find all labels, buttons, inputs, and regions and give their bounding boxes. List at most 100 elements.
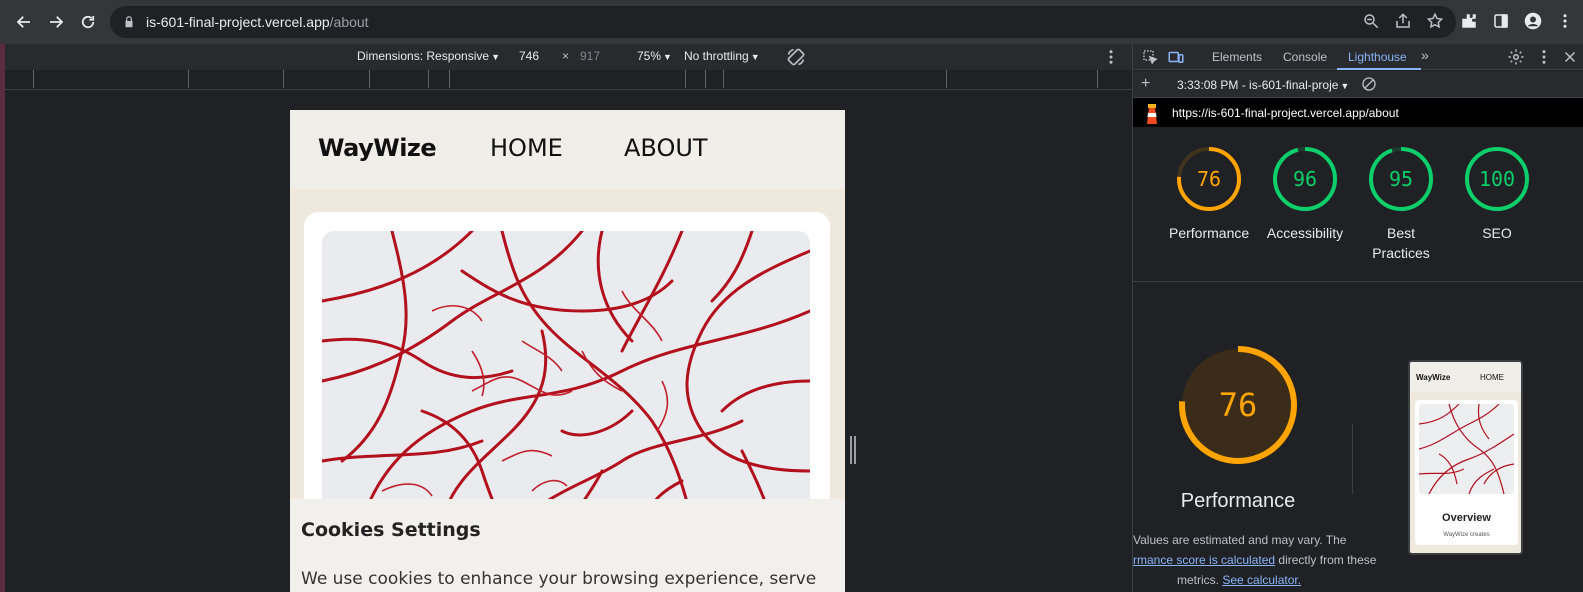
url-path: /about [329,14,369,30]
plus-icon[interactable]: + [1141,75,1150,93]
address-bar[interactable]: is-601-final-project.vercel.app/about [110,6,1456,38]
extension-area [1460,12,1574,30]
reload-button[interactable] [72,6,104,38]
profile-avatar-icon[interactable] [1524,12,1542,30]
more-vert-icon[interactable] [1102,48,1120,66]
ruler-tick [946,70,947,88]
devtools-panel: Elements Console Lighthouse » + 3:33:08 … [1132,44,1583,592]
ruler-tick [685,70,686,88]
performance-big-score: 76 [1219,386,1258,424]
road-network-illustration [322,231,810,521]
ruler-tick [428,70,429,88]
nav-about-link[interactable]: ABOUT [624,134,708,162]
note-line-2: directly from these [1275,553,1377,567]
report-time: 3:33:08 PM - is-601-final-proje [1177,78,1339,92]
report-url-bar: https://is-601-final-project.vercel.app/… [1133,98,1583,127]
note-line-3: metrics. [1177,573,1223,587]
url-text: is-601-final-project.vercel.app/about [146,14,369,30]
forward-button[interactable] [40,6,72,38]
thumb-nav: HOME [1480,373,1504,382]
address-bar-actions [1362,12,1444,30]
more-vert-icon[interactable] [1535,48,1553,66]
see-calculator-link[interactable]: See calculator. [1222,573,1301,587]
ruler-tick [705,70,706,88]
gear-icon[interactable] [1507,48,1525,66]
gauge-score: 100 [1479,167,1515,191]
puzzle-icon[interactable] [1460,12,1478,30]
share-icon[interactable] [1394,12,1412,30]
zoom-icon[interactable] [1362,12,1380,30]
ruler-tick [369,70,370,88]
performance-big-label: Performance [1180,490,1296,512]
thumb-text: WayWize creates [1443,532,1490,538]
gauge-ring: 96 [1273,147,1337,211]
report-url: https://is-601-final-project.vercel.app/… [1172,106,1399,120]
width-input[interactable]: 746 [519,49,539,63]
ruler-tick [723,70,724,88]
score-gauge-best-practices[interactable]: 95 Best Practices [1361,146,1441,263]
caret-down-icon: ▼ [750,52,760,62]
rotate-icon[interactable] [786,47,806,67]
zoom-select[interactable]: 75% ▼ [637,49,672,63]
url-host: is-601-final-project.vercel.app [146,14,330,30]
ruler-tick [33,70,34,88]
site-header: WayWize HOME ABOUT [290,110,845,189]
score-gauge-accessibility[interactable]: 96 Accessibility [1265,146,1345,243]
screen: is-601-final-project.vercel.app/about Di… [0,0,1583,592]
back-button[interactable] [8,6,40,38]
star-icon[interactable] [1426,12,1444,30]
zoom-value: 75% [637,49,662,63]
viewport-resize-handle[interactable] [850,436,856,464]
tab-console[interactable]: Console [1283,50,1327,64]
section-divider [1133,281,1583,282]
cookie-title: Cookies Settings [301,519,481,541]
thumb-title: Overview [1442,512,1491,524]
more-vert-icon[interactable] [1556,12,1574,30]
overview-card [304,212,830,532]
height-input[interactable]: 917 [580,49,600,63]
dimension-separator: × [562,49,570,63]
thumb-map-image [1419,404,1514,494]
ruler-tick [283,70,284,88]
throttling-select[interactable]: No throttling ▼ [684,49,760,63]
report-select[interactable]: 3:33:08 PM - is-601-final-proje ▼ [1177,78,1349,92]
ruler-tick [449,70,450,88]
thumb-logo: WayWize [1416,373,1451,382]
cookie-text: We use cookies to enhance your browsing … [301,569,817,589]
thumb-header: WayWize HOME [1410,362,1521,392]
score-gauge-seo[interactable]: 100 SEO [1457,146,1537,243]
dimensions-label: Dimensions: Responsive [357,49,490,63]
arrow-left-icon [16,16,30,28]
page-screenshot-thumbnail[interactable]: WayWize HOME Overview WayWize creates [1408,360,1523,555]
gauge-ring: 100 [1465,147,1529,211]
score-calculated-link[interactable]: rmance score is calculated [1133,553,1275,567]
dimensions-select[interactable]: Dimensions: Responsive ▼ [357,49,500,63]
gauge-ring: 95 [1369,147,1433,211]
tab-elements[interactable]: Elements [1212,50,1262,64]
reload-icon [81,15,95,29]
lock-icon [125,16,133,28]
inspect-element-icon[interactable] [1141,48,1159,66]
device-toggle-icon[interactable] [1167,48,1185,66]
tab-lighthouse[interactable]: Lighthouse [1348,50,1407,64]
road-network-illustration [1419,404,1514,494]
caret-down-icon: ▼ [663,52,672,62]
nav-home-link[interactable]: HOME [490,134,563,162]
caret-down-icon: ▼ [1340,81,1350,91]
side-panel-icon[interactable] [1492,12,1510,30]
vertical-divider [1352,424,1353,494]
score-gauge-performance[interactable]: 76 Performance [1169,146,1249,243]
gauge-label: Performance [1169,225,1250,241]
clear-icon[interactable] [1361,76,1377,92]
site-logo[interactable]: WayWize [318,134,437,162]
throttling-value: No throttling [684,49,749,63]
active-tab-indicator [1337,68,1421,70]
more-tabs-chevron-icon[interactable]: » [1421,47,1429,63]
lighthouse-icon [1147,104,1157,124]
gauge-label: SEO [1482,225,1512,241]
mobile-page: WayWize HOME ABOUT Cookies Settings We u… [290,110,845,592]
device-toolbar: Dimensions: Responsive ▼ 746 × 917 75% ▼ N… [5,44,1132,70]
gauge-score: 76 [1197,167,1221,191]
devtools-tab-bar: Elements Console Lighthouse » [1133,44,1583,70]
close-icon[interactable] [1561,48,1579,66]
